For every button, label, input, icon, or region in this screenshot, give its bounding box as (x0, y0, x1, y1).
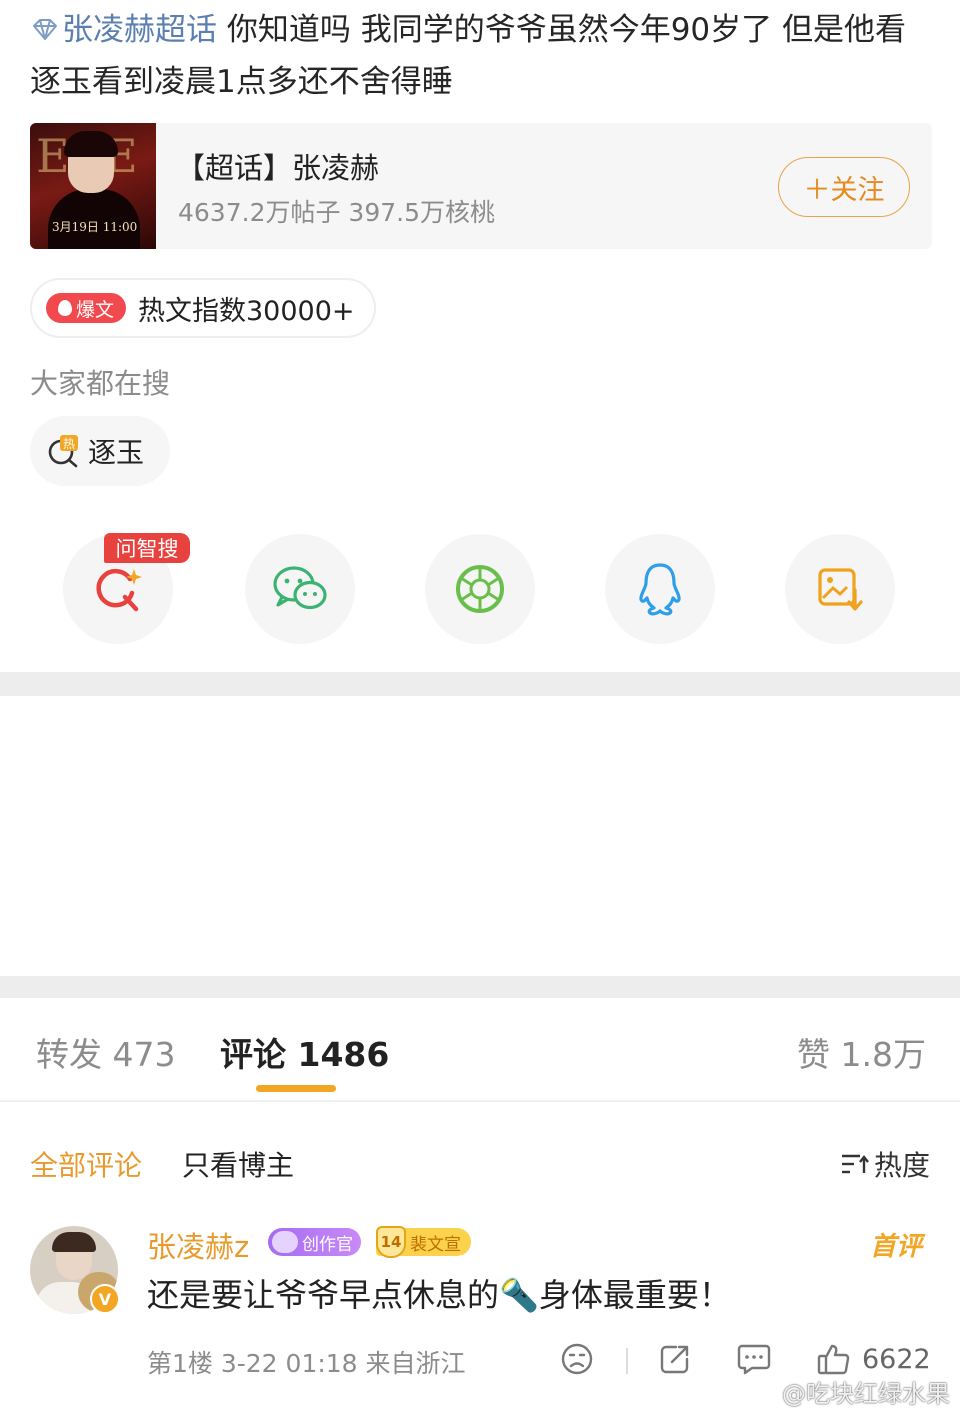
section-divider (0, 672, 960, 696)
creator-wing-icon (272, 1231, 298, 1253)
moments-icon (456, 565, 504, 613)
tab-like[interactable]: 赞 1.8万 (797, 1028, 926, 1076)
save-image-icon (818, 568, 863, 611)
comment-text: 还是要让爷爷早点休息的🔦身体最重要！ (147, 1276, 731, 1314)
comment-icon (737, 1344, 771, 1375)
ask-search-icon (96, 568, 142, 612)
first-comment-tag: 首评 (869, 1232, 922, 1262)
search-chip-label: 逐玉 (88, 436, 145, 469)
topic-name: 【超话】张凌赫 (176, 151, 380, 185)
filter-all-comments[interactable]: 全部评论 (30, 1144, 142, 1184)
share-qq-button[interactable] (605, 534, 715, 644)
hot-search-icon: 热 (48, 435, 78, 468)
share-icon (660, 1345, 689, 1374)
tab-repost[interactable]: 转发 473 (36, 1028, 175, 1076)
share-wechat-button[interactable] (245, 534, 355, 644)
section-divider (0, 976, 960, 998)
blank-area (0, 696, 960, 976)
follow-button[interactable]: ＋关注 (778, 157, 910, 217)
post-text: 张凌赫超话 你知道吗 我同学的爷爷虽然今年90岁了 但是他看逐玉看到凌晨1点多还… (30, 4, 935, 108)
watermark: @吃块红绿水果 (782, 1380, 950, 1408)
sort-button[interactable]: 热度 (840, 1144, 930, 1184)
hot-index-text: 热文指数30000+ (138, 295, 355, 327)
verified-badge-icon: V (90, 1284, 120, 1314)
comment-meta: 第1楼 3-22 01:18 来自浙江 (147, 1349, 466, 1378)
topic-link[interactable]: 张凌赫超话 (30, 12, 217, 48)
poster-date: 3月19日 11:00 (52, 220, 138, 234)
fan-level-number: 14 (376, 1226, 406, 1258)
reply-button[interactable] (736, 1342, 772, 1376)
hot-index-badge[interactable]: 爆文 热文指数30000+ (30, 278, 376, 338)
filter-owner-only[interactable]: 只看博主 (182, 1144, 294, 1184)
qq-icon (639, 563, 681, 616)
save-image-button[interactable] (785, 534, 895, 644)
topic-link-label[interactable]: 张凌赫超话 (62, 12, 217, 48)
tab-divider (0, 1100, 960, 1102)
creator-badge-label: 创作官 (302, 1234, 353, 1255)
share-moments-button[interactable] (425, 534, 535, 644)
search-chip[interactable]: 热 逐玉 (30, 416, 170, 486)
wechat-icon (273, 566, 327, 610)
active-tab-indicator (256, 1085, 336, 1092)
like-count: 6622 (862, 1343, 931, 1375)
fan-badge-label: 裴文宣 (410, 1234, 461, 1255)
fan-level-badge[interactable]: 14 裴文宣 (376, 1226, 471, 1258)
thumbs-up-icon (817, 1344, 850, 1375)
topic-card[interactable]: ELE 3月19日 11:00 【超话】张凌赫 4637.2万帖子 397.5万… (30, 123, 932, 249)
like-button[interactable]: 6622 (816, 1342, 931, 1376)
baowen-label: 爆文 (75, 298, 114, 321)
topic-poster: ELE 3月19日 11:00 (30, 123, 156, 249)
diamond-icon (33, 19, 57, 40)
ask-search-tag: 问智搜 (104, 533, 190, 563)
flame-icon (57, 300, 72, 316)
action-separator (626, 1348, 628, 1374)
comment-username[interactable]: 张凌赫z (147, 1224, 249, 1266)
repost-comment-button[interactable] (658, 1342, 692, 1376)
sort-label: 热度 (873, 1149, 930, 1182)
sort-icon (841, 1154, 869, 1174)
baowen-tag: 爆文 (46, 293, 126, 323)
dislike-button[interactable] (560, 1342, 594, 1376)
topic-stats: 4637.2万帖子 397.5万核桃 (178, 198, 495, 227)
creator-badge[interactable]: 创作官 (268, 1228, 361, 1256)
search-section-title: 大家都在搜 (30, 367, 171, 400)
tab-comment[interactable]: 评论 1486 (220, 1028, 389, 1076)
dislike-face-icon (561, 1343, 593, 1375)
svg-text:热: 热 (63, 437, 75, 451)
